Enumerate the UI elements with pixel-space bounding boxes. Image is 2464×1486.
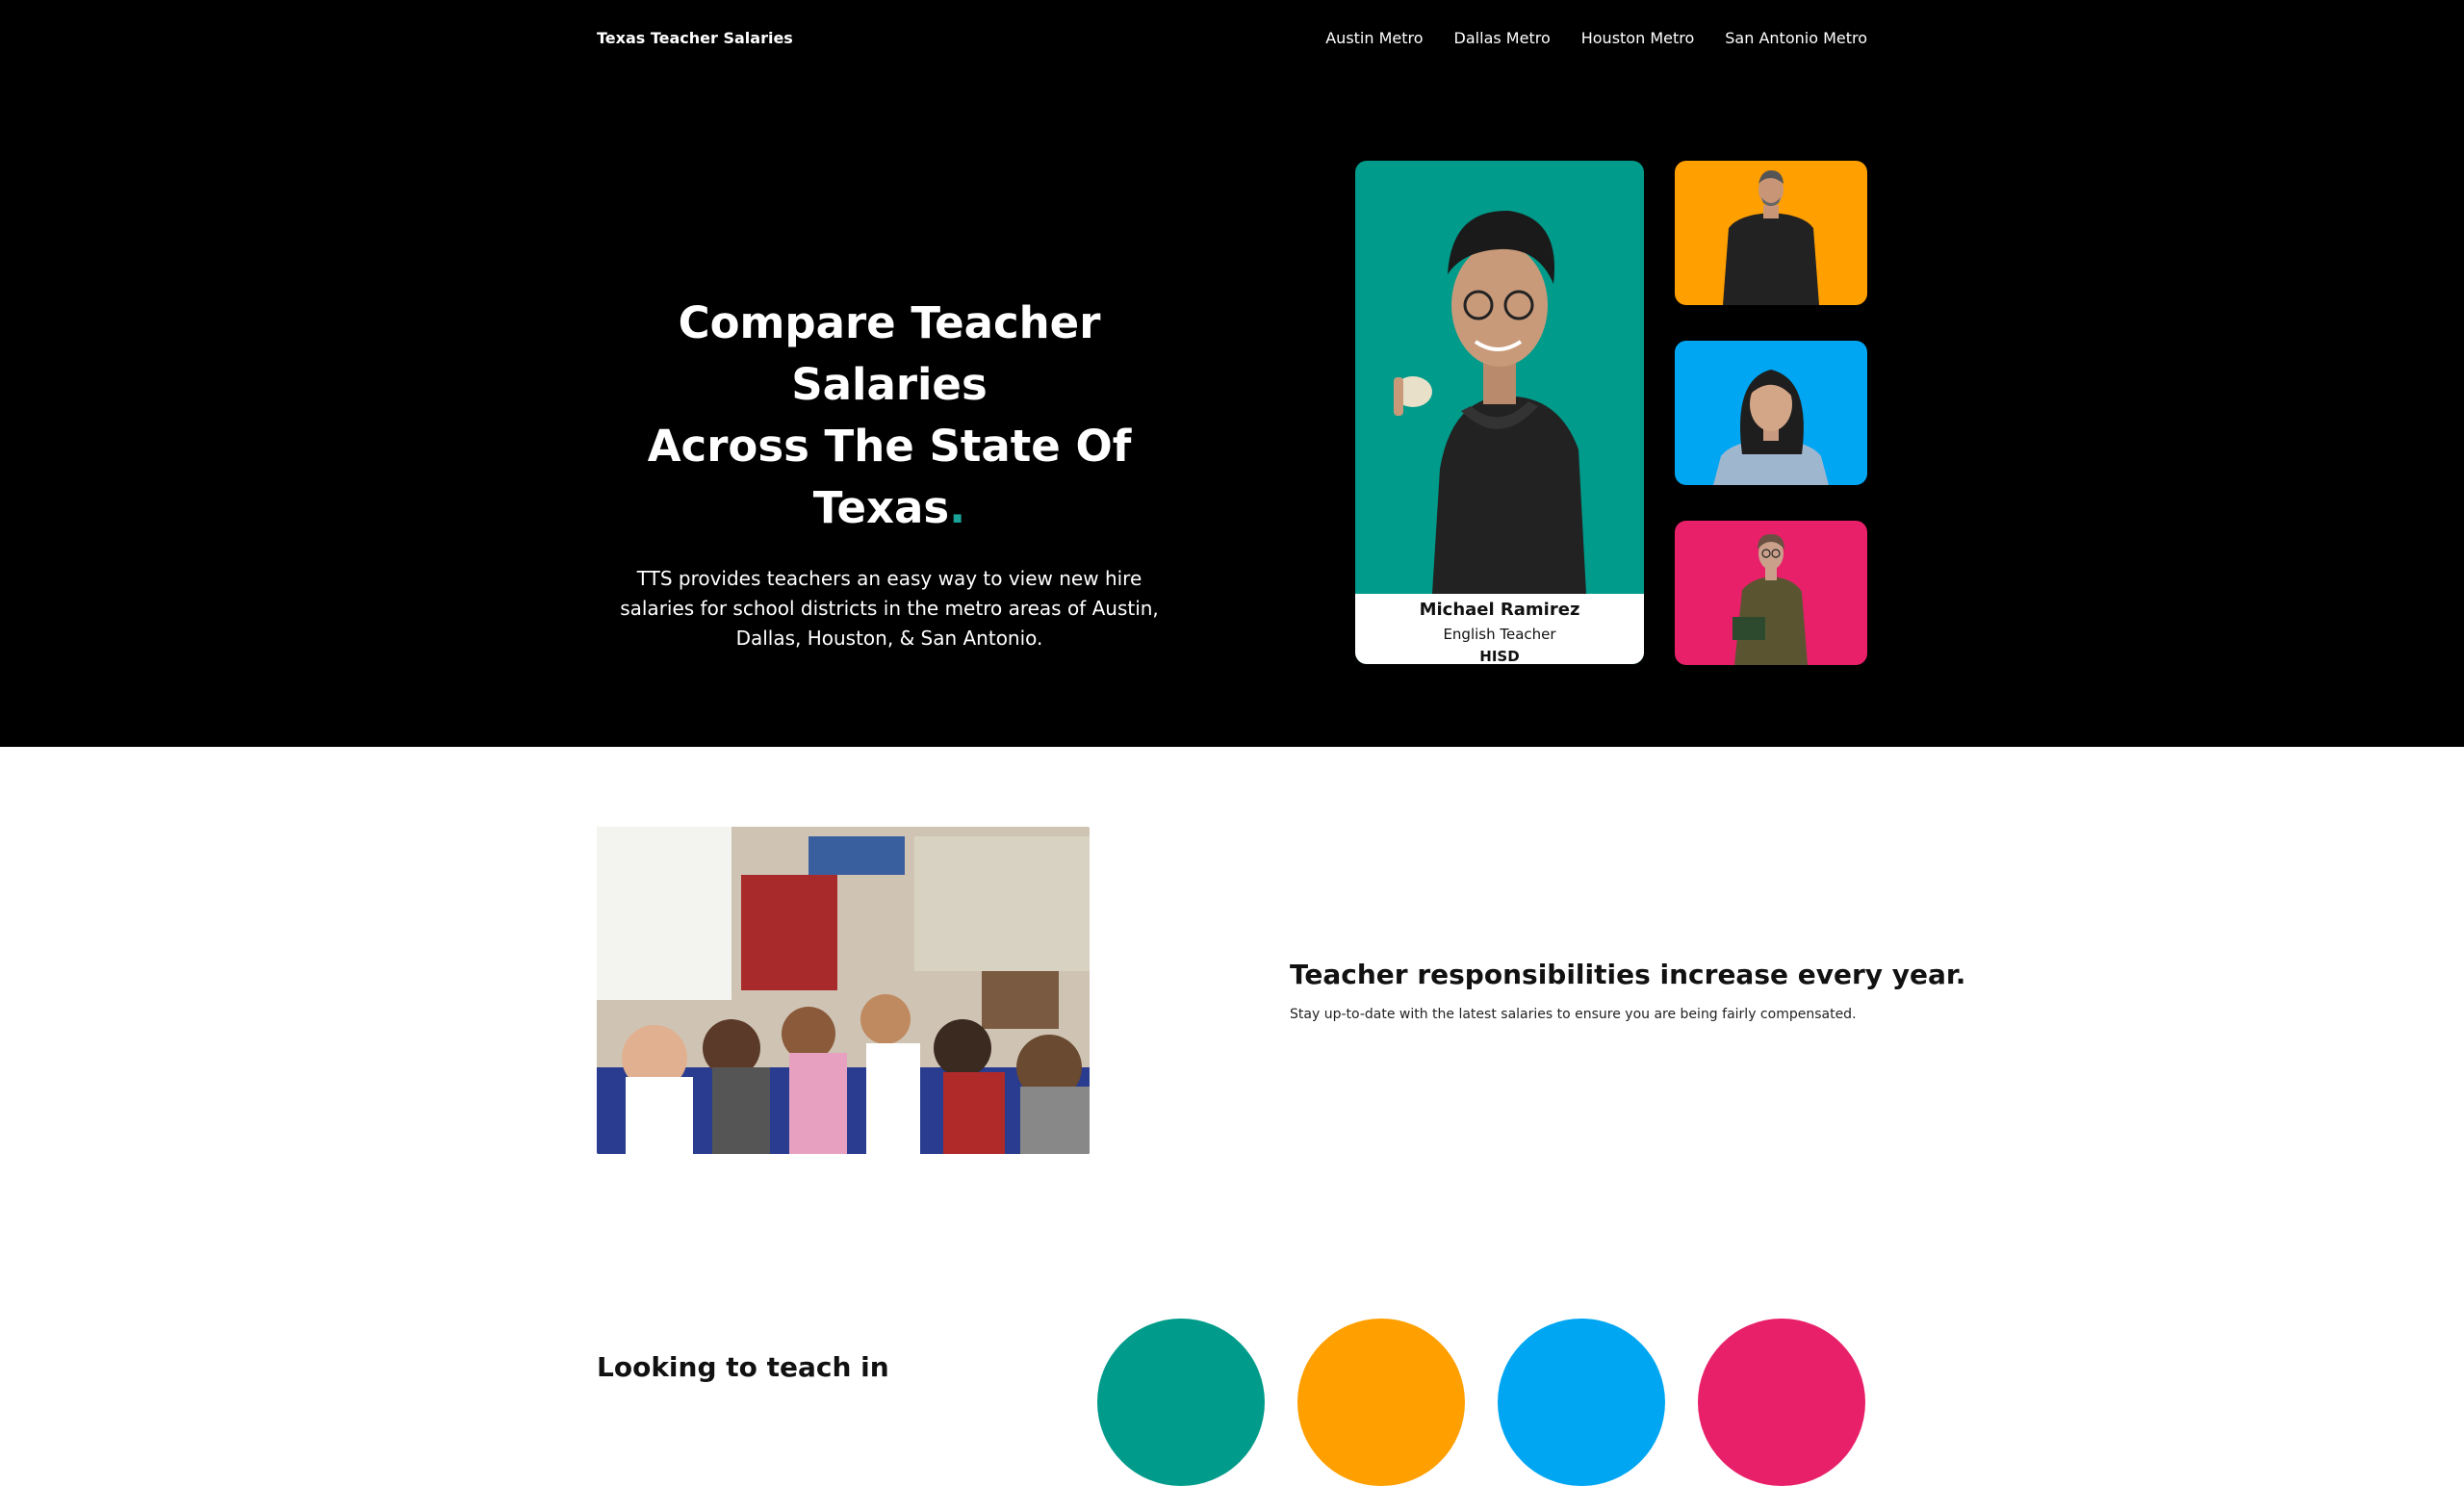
brand-logo[interactable]: Texas Teacher Salaries [597,28,793,49]
responsibilities-title: Teacher responsibilities increase every … [1290,959,1966,990]
hero-text: Compare Teacher Salaries Across The Stat… [587,293,1192,653]
classroom-photo [597,827,1090,1154]
metro-circle-orange[interactable] [1297,1319,1465,1486]
hero-subtitle: TTS provides teachers an easy way to vie… [620,567,1159,650]
hero-title: Compare Teacher Salaries Across The Stat… [587,293,1192,539]
featured-teacher-caption: Michael Ramirez English Teacher HISD [1355,594,1644,664]
teacher-card-blue[interactable] [1675,341,1867,485]
teacher-photo [1394,210,1586,594]
teacher-role: English Teacher [1443,626,1556,643]
metro-circle-pink[interactable] [1698,1319,1865,1486]
responsibilities-subtitle: Stay up-to-date with the latest salaries… [1290,1007,1857,1022]
nav-item-dallas-metro[interactable]: Dallas Metro [1454,28,1551,49]
teacher-photo [1713,370,1829,485]
nav-item-san-antonio-metro[interactable]: San Antonio Metro [1725,28,1867,49]
hero-section: Texas Teacher Salaries Austin Metro Dall… [0,0,2464,747]
hero-title-line1: Compare Teacher Salaries [678,297,1101,410]
hero-title-dot: . [949,482,966,533]
teacher-card-orange[interactable] [1675,161,1867,305]
classroom-illustration [597,827,1090,1154]
teacher-card-pink[interactable] [1675,521,1867,665]
featured-teacher-card[interactable]: Michael Ramirez English Teacher HISD [1355,161,1644,664]
metro-circle-teal[interactable] [1097,1319,1265,1486]
nav-item-austin-metro[interactable]: Austin Metro [1325,28,1423,49]
teacher-photo [1732,534,1808,665]
teacher-name: Michael Ramirez [1419,600,1580,620]
metro-circle-blue[interactable] [1498,1319,1665,1486]
nav-item-houston-metro[interactable]: Houston Metro [1581,28,1695,49]
hero-title-line2: Across The State Of Texas [647,421,1132,533]
responsibilities-section: Teacher responsibilities increase every … [1290,959,1966,1024]
main-nav: Austin Metro Dallas Metro Houston Metro … [1325,28,1867,49]
metros-section-title: Looking to teach in [597,1351,889,1383]
teacher-photo [1723,170,1819,305]
teacher-district: HISD [1479,648,1520,664]
